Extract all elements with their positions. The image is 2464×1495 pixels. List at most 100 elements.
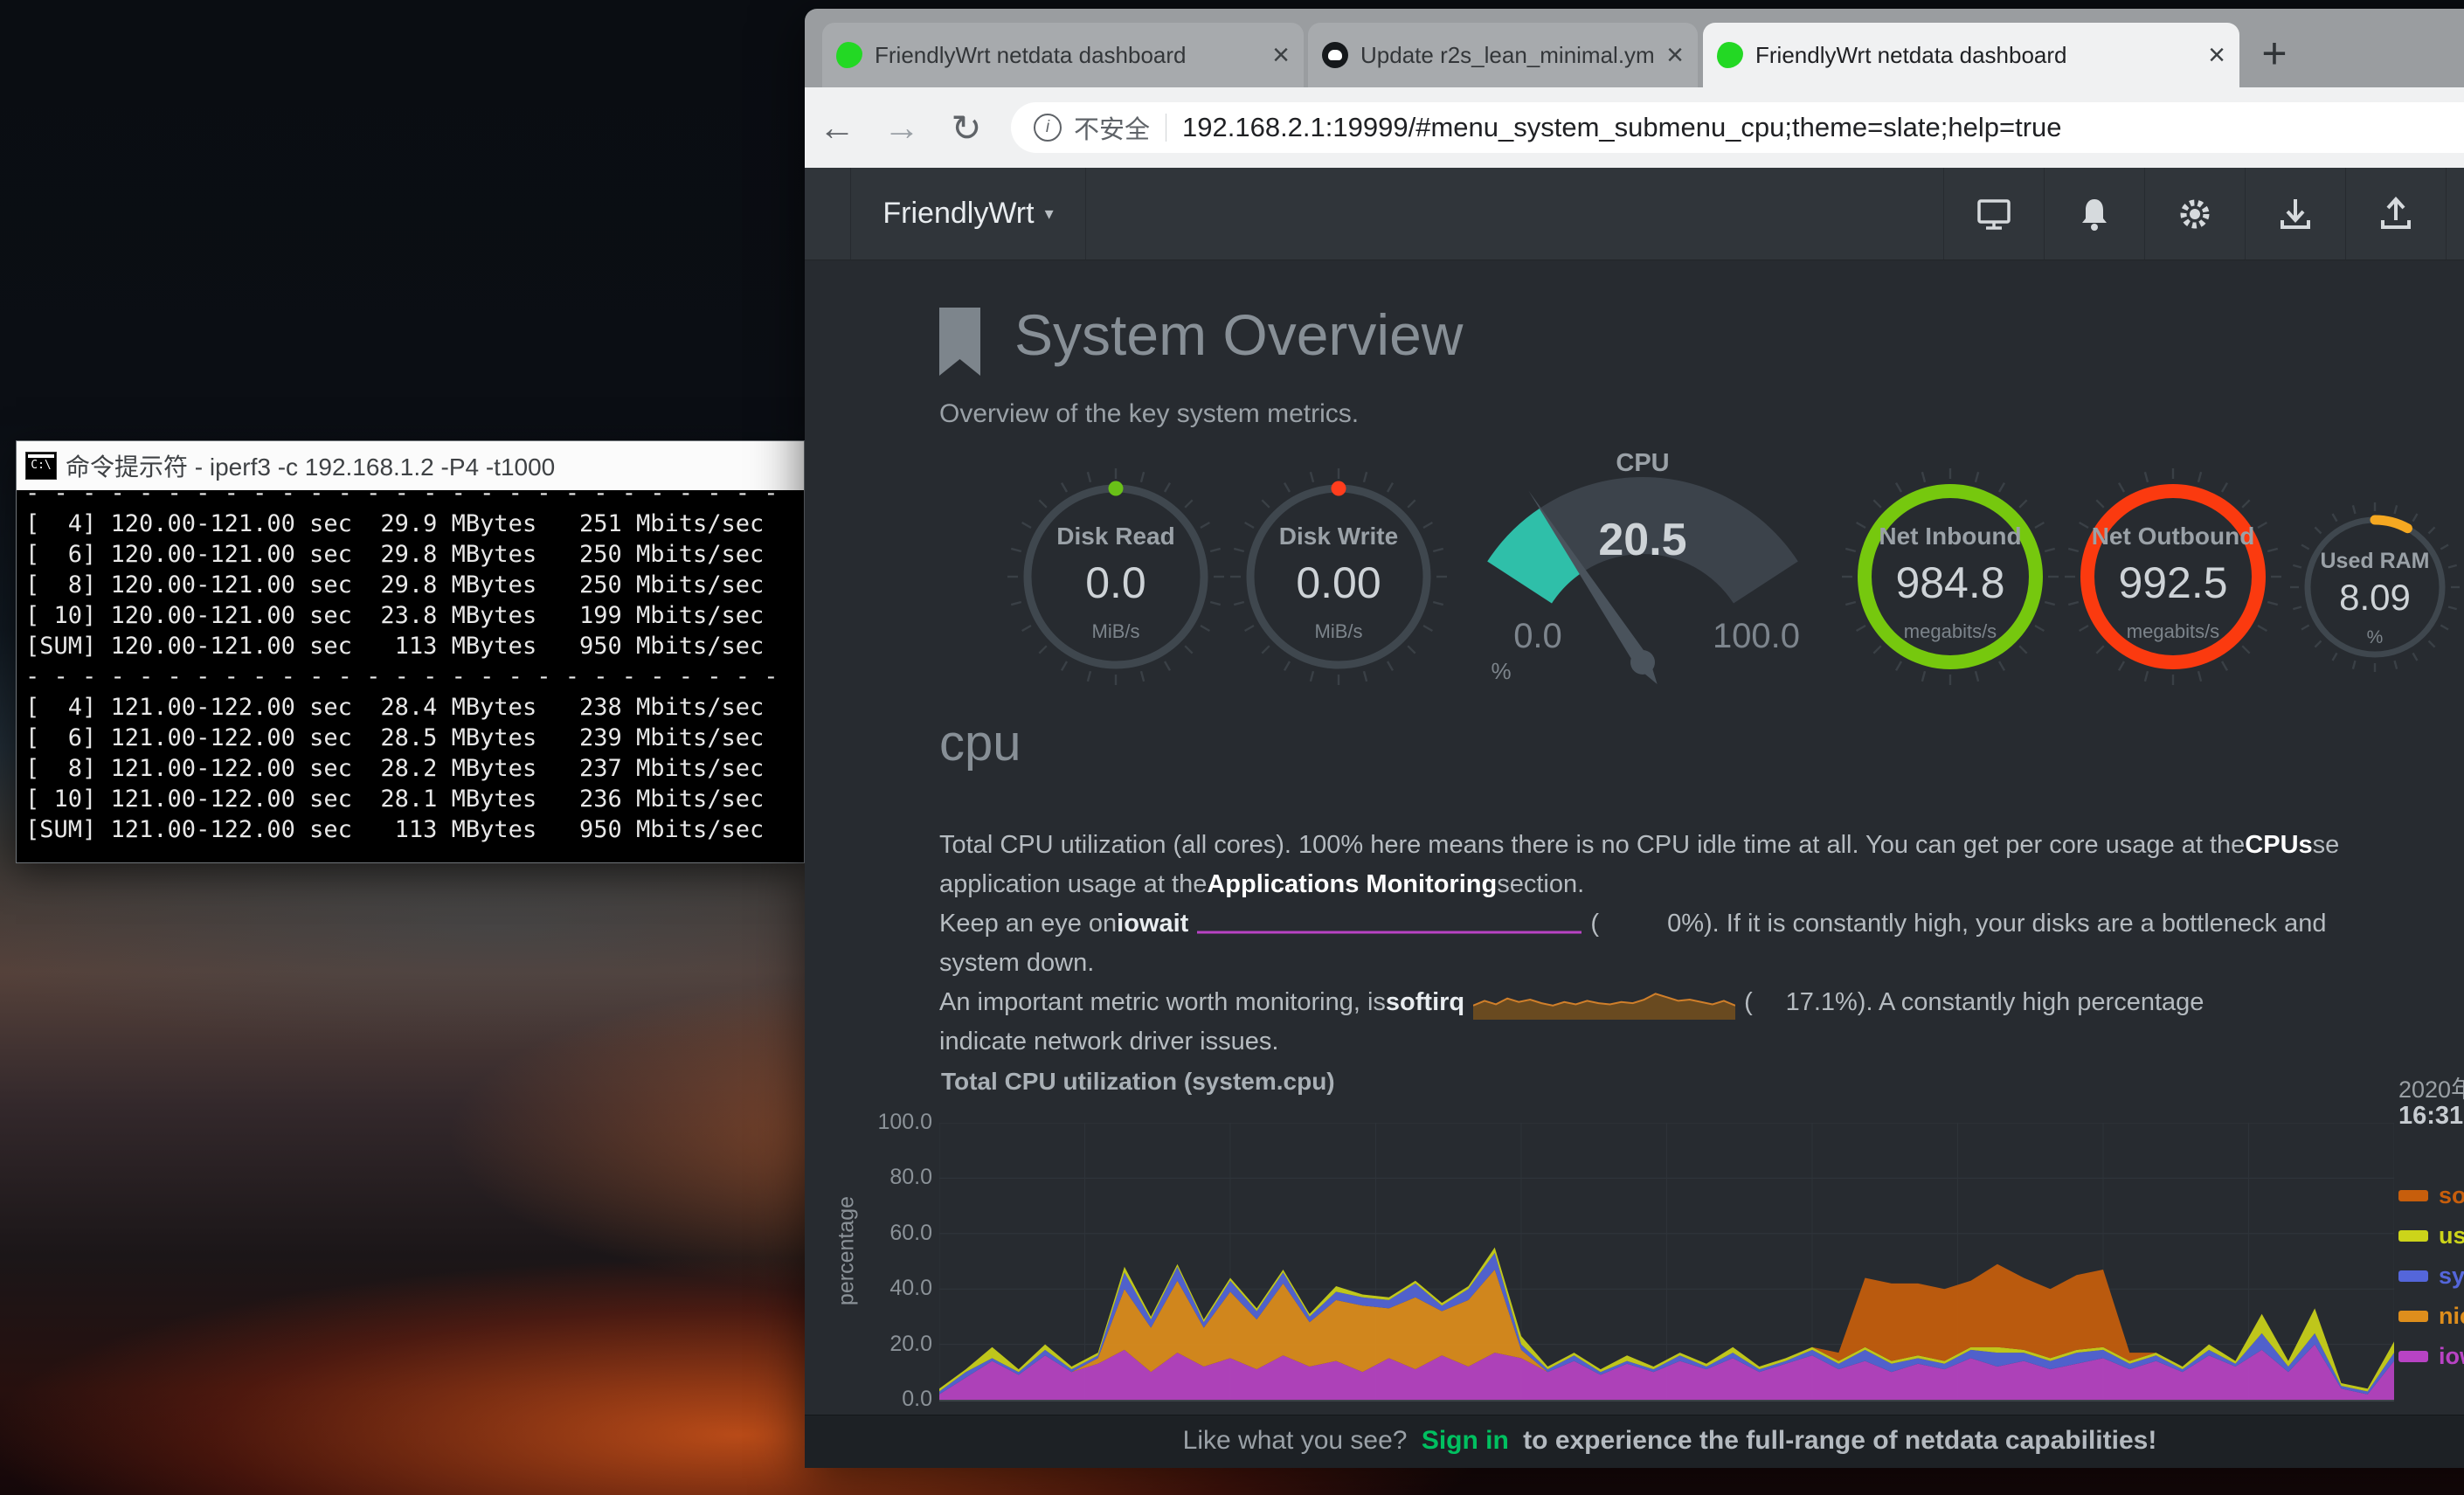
chart-time: 16:31:2 [2398,1102,2464,1131]
y-axis-label: percentage [834,1155,860,1347]
upload-icon [2376,194,2416,234]
legend-item-softirq[interactable]: softirq [2398,1175,2464,1215]
cpus-link[interactable]: CPUs [2245,826,2312,865]
terminal-output: - - - - - - - - - - - - - - - - - - - - … [25,490,804,845]
gauge-value: 0.0 [1002,557,1229,608]
y-tick-label: 100.0 [810,1110,932,1135]
reload-button[interactable]: ↻ [934,107,999,149]
text: Keep an eye on [939,904,1117,944]
chart-date: 2020年3 [2398,1070,2464,1104]
nodes-view-button[interactable] [1943,168,2044,260]
iowait-value: 0% [1599,904,1704,944]
terminal-window[interactable]: C:\ 命令提示符 - iperf3 -c 192.168.1.2 -P4 -t… [16,440,805,863]
cmd-icon: C:\ [25,452,57,480]
cpu-text-line: An important metric worth monitoring, is… [939,983,2464,1022]
terminal-line: [ 8] 121.00-122.00 sec 28.2 MBytes 237 M… [25,753,804,784]
terminal-title: 命令提示符 - iperf3 -c 192.168.1.2 -P4 -t1000 [66,448,555,483]
gauge-value: 20.5 [1433,514,1852,566]
netdata-favicon [836,42,862,68]
chart-title: Total CPU utilization (system.cpu) [941,1068,1335,1096]
import-button[interactable] [2245,168,2345,260]
cpu-text-line: system down. [939,944,2464,983]
cpu-description: Total CPU utilization (all cores). 100% … [939,826,2464,1062]
gauge-value: 8.09 [2288,577,2462,619]
signin-link[interactable]: Sign in [1422,1426,1509,1455]
applications-monitoring-link[interactable]: Applications Monitoring [1207,865,1497,904]
address-bar[interactable]: i 不安全 192.168.2.1:19999/#menu_system_sub… [1011,102,2464,153]
signin-bar: Like what you see? Sign in to experience… [805,1415,2464,1468]
legend-item-user[interactable]: user [2398,1215,2464,1256]
chart-legend: softirq user system nice iowait [2398,1175,2464,1376]
settings-button[interactable] [2144,168,2245,260]
cpu-text-line: Keep an eye on iowait (0%). If it is con… [939,904,2464,944]
gauge-unit: megabits/s [2059,620,2287,643]
gear-icon [2175,194,2215,234]
terminal-line: - - - - - - - - - - - - - - - - - - - - … [25,661,804,692]
browser-toolbar: ← → ↻ i 不安全 192.168.2.1:19999/#menu_syst… [805,87,2464,168]
tab-netdata-1[interactable]: FriendlyWrt netdata dashboard × [822,23,1304,87]
tab-netdata-2-active[interactable]: FriendlyWrt netdata dashboard × [1703,23,2239,87]
gauge-min: 0.0 [1485,617,1590,656]
gauge-label: Net Inbound [1837,523,2064,550]
iowait-sparkline [1197,911,1582,938]
softirq-value: 17.1% [1753,983,1858,1022]
gauge-net-inbound[interactable]: Net Inbound 984.8 megabits/s [1837,463,2064,690]
gauge-disk-write[interactable]: Disk Write 0.00 MiB/s [1225,463,1452,690]
terminal-body: - - - - - - - - - - - - - - - - - - - - … [17,490,804,862]
forward-button[interactable]: → [869,107,934,149]
legend-label: nice [2439,1303,2464,1330]
gauge-unit: MiB/s [1225,620,1452,643]
legend-label: softirq [2439,1182,2464,1209]
tab-github[interactable]: Update r2s_lean_minimal.yml · k × [1308,23,1698,87]
gauge-value: 992.5 [2059,557,2287,608]
terminal-line: [ 10] 120.00-121.00 sec 23.8 MBytes 199 … [25,600,804,631]
back-button[interactable]: ← [805,107,869,149]
text: Total CPU utilization (all cores). 100% … [939,826,2245,865]
cpu-utilization-chart[interactable] [939,1123,2394,1400]
x-axis-line [939,1400,2394,1402]
host-selector[interactable]: FriendlyWrt ▾ [850,168,1086,260]
iowait-term: iowait [1117,904,1188,944]
gauge-label: Disk Read [1002,523,1229,550]
alarms-button[interactable] [2044,168,2144,260]
gauge-label: Disk Write [1225,523,1452,550]
gauge-label: Net Outbound [2059,523,2287,550]
legend-item-iowait[interactable]: iowait [2398,1336,2464,1376]
tab-close-icon[interactable]: × [1272,42,1290,68]
signin-pre-text: Like what you see? [1183,1426,1415,1455]
terminal-titlebar[interactable]: C:\ 命令提示符 - iperf3 -c 192.168.1.2 -P4 -t… [17,441,804,490]
cpu-section-heading: cpu [939,714,1021,772]
security-label: 不安全 [1074,109,1150,146]
page-content: FriendlyWrt ▾ [805,168,2464,1468]
signin-post-text: to experience the full-range of netdata … [1516,1426,2157,1455]
gauge-used-ram[interactable]: Used RAM 8.09 % [2288,500,2462,675]
legend-swatch [2398,1311,2428,1322]
gauge-disk-read[interactable]: Disk Read 0.0 MiB/s [1002,463,1229,690]
cpu-text-line: application usage at the Applications Mo… [939,865,2464,904]
text: application usage at the [939,865,1207,904]
softirq-term: softirq [1386,983,1464,1022]
gauge-net-outbound[interactable]: Net Outbound 992.5 megabits/s [2059,463,2287,690]
y-tick-label: 0.0 [810,1387,932,1412]
tab-close-icon[interactable]: × [1666,42,1684,68]
gauge-unit: % [2288,627,2462,648]
netdata-page: System Overview Overview of the key syst… [805,260,2464,1415]
legend-item-nice[interactable]: nice [2398,1296,2464,1336]
new-tab-button[interactable]: + [2248,28,2301,80]
legend-item-system[interactable]: system [2398,1256,2464,1296]
text: ). If it is constantly high, your disks … [1704,904,2326,944]
tab-close-icon[interactable]: × [2208,42,2225,68]
partial-button[interactable] [2446,168,2464,260]
terminal-line: [ 4] 121.00-122.00 sec 28.4 MBytes 238 M… [25,692,804,723]
site-info-icon[interactable]: i [1034,114,1062,142]
legend-swatch [2398,1230,2428,1242]
legend-label: user [2439,1222,2464,1249]
gauge-cpu[interactable]: CPU 20.5 0.0 100.0 % [1433,418,1852,706]
tab-title: Update r2s_lean_minimal.yml · k [1360,42,1654,69]
section-title: System Overview [1014,301,1463,368]
host-name: FriendlyWrt [882,197,1034,231]
y-tick-label: 20.0 [810,1332,932,1357]
legend-swatch [2398,1351,2428,1362]
url-text[interactable]: 192.168.2.1:19999/#menu_system_submenu_c… [1182,112,2062,143]
export-button[interactable] [2345,168,2446,260]
